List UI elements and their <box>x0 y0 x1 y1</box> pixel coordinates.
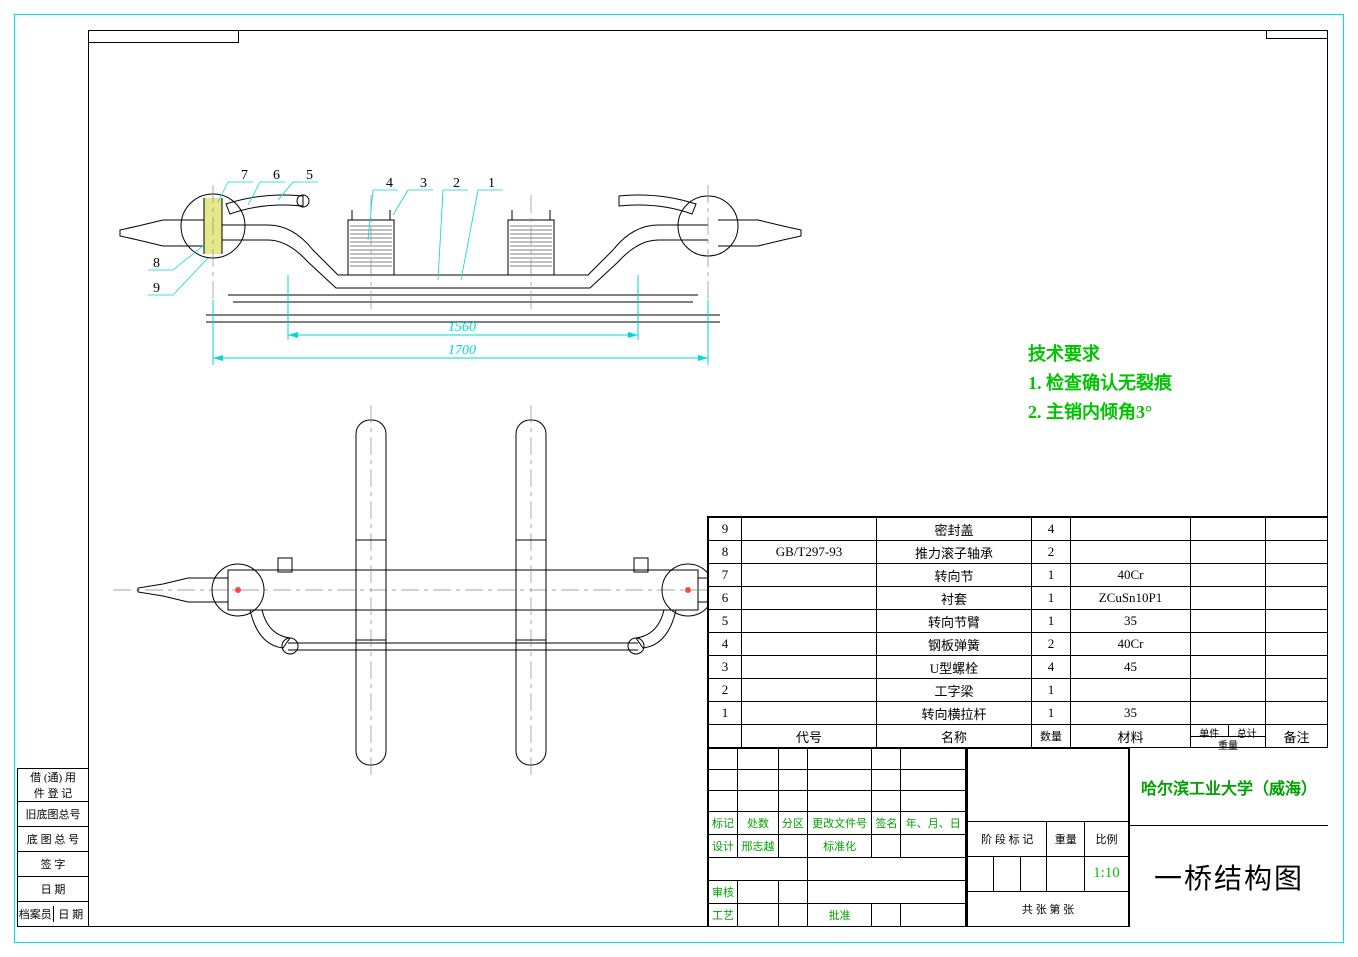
bom-header-row: 代号 名称 数量 材料 单件 总计 重量 备注 <box>709 725 1328 748</box>
tech-req-2: 2. 主销内倾角3° <box>1028 398 1172 427</box>
frame-notch <box>1266 30 1328 39</box>
role-audit: 审核 <box>709 881 738 904</box>
role-design: 设计 <box>709 835 738 858</box>
bom-row: 2工字梁1 <box>709 679 1328 702</box>
bom-h-remark: 备注 <box>1266 725 1328 748</box>
revision-panel: 标记 处数 分区 更改文件号 签名 年、月、日 设计 邢志越 标准化 <box>708 748 967 927</box>
bom-row: 3U型螺栓445 <box>709 656 1328 679</box>
designer-name: 邢志越 <box>738 835 779 858</box>
titleblock-lower: 标记 处数 分区 更改文件号 签名 年、月、日 设计 邢志越 标准化 <box>708 748 1328 927</box>
technical-requirements: 技术要求 1. 检查确认无裂痕 2. 主销内倾角3° <box>1028 340 1172 426</box>
title-block: 9密封盖48GB/T297-93推力滚子轴承27转向节140Cr6衬套1ZCuS… <box>707 516 1328 927</box>
lt-sign: 签 字 <box>18 851 88 876</box>
lt-borrow: 借 (通) 用 件 登 记 <box>18 769 88 801</box>
bom-row: 6衬套1ZCuSn10P1 <box>709 587 1328 610</box>
scale-value: 1:10 <box>1084 857 1128 892</box>
sheet-info: 共 张 第 张 <box>968 891 1129 926</box>
bom-h-qty: 数量 <box>1032 725 1071 748</box>
role-approve: 批准 <box>807 904 872 927</box>
organization: 哈尔滨工业大学（威海） <box>1130 748 1328 826</box>
role-std: 标准化 <box>807 835 872 858</box>
stage-panel: 阶 段 标 记 重量 比例 1:10 共 张 第 张 <box>967 748 1130 927</box>
lt-archivist: 档案员 日 期 <box>18 901 88 926</box>
lt-base-no: 底 图 总 号 <box>18 826 88 851</box>
bom-row: 5转向节臂135 <box>709 610 1328 633</box>
bom-table: 9密封盖48GB/T297-93推力滚子轴承27转向节140Cr6衬套1ZCuS… <box>708 517 1328 748</box>
bom-h-total: 总计 <box>1229 725 1266 736</box>
bom-row: 4钢板弹簧240Cr <box>709 633 1328 656</box>
tech-req-heading: 技术要求 <box>1028 340 1172 369</box>
drawing-title: 一桥结构图 <box>1130 826 1328 927</box>
frame-tl-box <box>88 30 239 43</box>
bom-row: 9密封盖4 <box>709 518 1328 541</box>
rev-header: 标记 处数 分区 更改文件号 签名 年、月、日 <box>709 812 966 835</box>
title-panel: 哈尔滨工业大学（威海） 一桥结构图 <box>1130 748 1328 927</box>
role-tech: 工艺 <box>709 904 738 927</box>
bom-row: 1转向横拉杆135 <box>709 702 1328 725</box>
bom-h-code: 代号 <box>742 725 877 748</box>
bom-h-unit: 单件 <box>1191 725 1229 736</box>
bom-row: 7转向节140Cr <box>709 564 1328 587</box>
tech-req-1: 1. 检查确认无裂痕 <box>1028 369 1172 398</box>
bom-h-material: 材料 <box>1071 725 1191 748</box>
lt-date: 日 期 <box>18 876 88 901</box>
stage-label: 阶 段 标 记 <box>968 822 1047 857</box>
bom-row: 8GB/T297-93推力滚子轴承2 <box>709 541 1328 564</box>
weight-label: 重量 <box>1047 822 1084 857</box>
scale-label: 比例 <box>1084 822 1128 857</box>
left-registration-table: 借 (通) 用 件 登 记 旧底图总号 底 图 总 号 签 字 日 期 档案员 … <box>17 768 89 927</box>
lt-old-no: 旧底图总号 <box>18 801 88 826</box>
bom-h-name: 名称 <box>877 725 1032 748</box>
